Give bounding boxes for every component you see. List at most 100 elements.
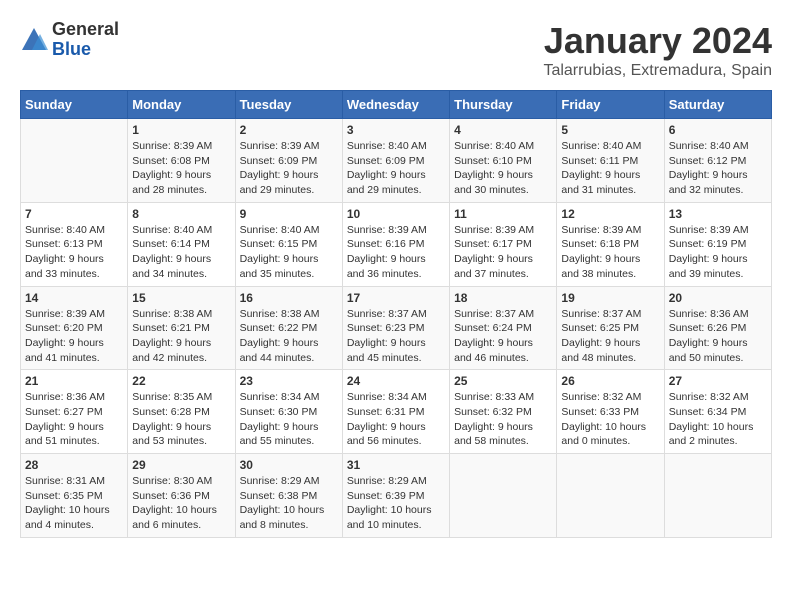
calendar-cell: 10 Sunrise: 8:39 AM Sunset: 6:16 PM Dayli… — [342, 202, 449, 286]
day-info: Sunrise: 8:40 AM Sunset: 6:09 PM Dayligh… — [347, 139, 445, 198]
day-number: 1 — [132, 123, 230, 137]
calendar-title: January 2024 — [543, 20, 772, 62]
column-header-tuesday: Tuesday — [235, 91, 342, 119]
day-number: 22 — [132, 374, 230, 388]
column-header-monday: Monday — [128, 91, 235, 119]
column-header-thursday: Thursday — [450, 91, 557, 119]
page-header: General Blue January 2024 Talarrubias, E… — [20, 20, 772, 80]
day-info: Sunrise: 8:40 AM Sunset: 6:10 PM Dayligh… — [454, 139, 552, 198]
calendar-cell: 19 Sunrise: 8:37 AM Sunset: 6:25 PM Dayli… — [557, 286, 664, 370]
day-number: 15 — [132, 291, 230, 305]
day-info: Sunrise: 8:35 AM Sunset: 6:28 PM Dayligh… — [132, 390, 230, 449]
calendar-cell — [664, 454, 771, 538]
day-number: 2 — [240, 123, 338, 137]
column-header-wednesday: Wednesday — [342, 91, 449, 119]
day-number: 18 — [454, 291, 552, 305]
day-number: 19 — [561, 291, 659, 305]
column-header-friday: Friday — [557, 91, 664, 119]
calendar-cell: 20 Sunrise: 8:36 AM Sunset: 6:26 PM Dayli… — [664, 286, 771, 370]
calendar-cell: 30 Sunrise: 8:29 AM Sunset: 6:38 PM Dayli… — [235, 454, 342, 538]
day-info: Sunrise: 8:29 AM Sunset: 6:38 PM Dayligh… — [240, 474, 338, 533]
day-number: 5 — [561, 123, 659, 137]
day-number: 10 — [347, 207, 445, 221]
day-info: Sunrise: 8:40 AM Sunset: 6:11 PM Dayligh… — [561, 139, 659, 198]
calendar-cell: 27Sunrise: 8:32 AM Sunset: 6:34 PM Dayli… — [664, 370, 771, 454]
day-number: 14 — [25, 291, 123, 305]
day-number: 11 — [454, 207, 552, 221]
day-info: Sunrise: 8:36 AM Sunset: 6:26 PM Dayligh… — [669, 307, 767, 366]
calendar-cell — [450, 454, 557, 538]
day-info: Sunrise: 8:37 AM Sunset: 6:25 PM Dayligh… — [561, 307, 659, 366]
day-number: 24 — [347, 374, 445, 388]
day-info: Sunrise: 8:36 AM Sunset: 6:27 PM Dayligh… — [25, 390, 123, 449]
calendar-week-row: 1 Sunrise: 8:39 AM Sunset: 6:08 PM Daylig… — [21, 119, 772, 203]
calendar-cell: 31Sunrise: 8:29 AM Sunset: 6:39 PM Dayli… — [342, 454, 449, 538]
calendar-cell: 26Sunrise: 8:32 AM Sunset: 6:33 PM Dayli… — [557, 370, 664, 454]
day-info: Sunrise: 8:30 AM Sunset: 6:36 PM Dayligh… — [132, 474, 230, 533]
calendar-cell: 2 Sunrise: 8:39 AM Sunset: 6:09 PM Daylig… — [235, 119, 342, 203]
day-info: Sunrise: 8:38 AM Sunset: 6:21 PM Dayligh… — [132, 307, 230, 366]
column-header-saturday: Saturday — [664, 91, 771, 119]
calendar-cell: 22 Sunrise: 8:35 AM Sunset: 6:28 PM Dayli… — [128, 370, 235, 454]
day-number: 17 — [347, 291, 445, 305]
day-number: 25 — [454, 374, 552, 388]
calendar-cell: 13Sunrise: 8:39 AM Sunset: 6:19 PM Dayli… — [664, 202, 771, 286]
day-info: Sunrise: 8:33 AM Sunset: 6:32 PM Dayligh… — [454, 390, 552, 449]
day-info: Sunrise: 8:37 AM Sunset: 6:24 PM Dayligh… — [454, 307, 552, 366]
day-number: 12 — [561, 207, 659, 221]
calendar-cell: 12 Sunrise: 8:39 AM Sunset: 6:18 PM Dayli… — [557, 202, 664, 286]
day-number: 16 — [240, 291, 338, 305]
calendar-cell — [21, 119, 128, 203]
day-number: 9 — [240, 207, 338, 221]
calendar-cell: 11 Sunrise: 8:39 AM Sunset: 6:17 PM Dayli… — [450, 202, 557, 286]
day-info: Sunrise: 8:39 AM Sunset: 6:19 PM Dayligh… — [669, 223, 767, 282]
day-info: Sunrise: 8:37 AM Sunset: 6:23 PM Dayligh… — [347, 307, 445, 366]
calendar-week-row: 7 Sunrise: 8:40 AM Sunset: 6:13 PM Daylig… — [21, 202, 772, 286]
column-header-sunday: Sunday — [21, 91, 128, 119]
day-number: 6 — [669, 123, 767, 137]
day-info: Sunrise: 8:40 AM Sunset: 6:13 PM Dayligh… — [25, 223, 123, 282]
day-info: Sunrise: 8:39 AM Sunset: 6:16 PM Dayligh… — [347, 223, 445, 282]
day-number: 20 — [669, 291, 767, 305]
day-number: 30 — [240, 458, 338, 472]
day-info: Sunrise: 8:40 AM Sunset: 6:12 PM Dayligh… — [669, 139, 767, 198]
day-number: 29 — [132, 458, 230, 472]
day-number: 4 — [454, 123, 552, 137]
calendar-cell: 8Sunrise: 8:40 AM Sunset: 6:14 PM Daylig… — [128, 202, 235, 286]
calendar-cell — [557, 454, 664, 538]
day-info: Sunrise: 8:34 AM Sunset: 6:30 PM Dayligh… — [240, 390, 338, 449]
calendar-cell: 4 Sunrise: 8:40 AM Sunset: 6:10 PM Daylig… — [450, 119, 557, 203]
day-number: 7 — [25, 207, 123, 221]
calendar-cell: 15 Sunrise: 8:38 AM Sunset: 6:21 PM Dayli… — [128, 286, 235, 370]
day-number: 27 — [669, 374, 767, 388]
day-info: Sunrise: 8:39 AM Sunset: 6:17 PM Dayligh… — [454, 223, 552, 282]
day-info: Sunrise: 8:34 AM Sunset: 6:31 PM Dayligh… — [347, 390, 445, 449]
day-info: Sunrise: 8:40 AM Sunset: 6:15 PM Dayligh… — [240, 223, 338, 282]
calendar-cell: 9 Sunrise: 8:40 AM Sunset: 6:15 PM Daylig… — [235, 202, 342, 286]
calendar-week-row: 28Sunrise: 8:31 AM Sunset: 6:35 PM Dayli… — [21, 454, 772, 538]
calendar-table: SundayMondayTuesdayWednesdayThursdayFrid… — [20, 90, 772, 538]
calendar-cell: 28Sunrise: 8:31 AM Sunset: 6:35 PM Dayli… — [21, 454, 128, 538]
day-info: Sunrise: 8:39 AM Sunset: 6:18 PM Dayligh… — [561, 223, 659, 282]
logo-blue-text: Blue — [52, 40, 119, 60]
calendar-cell: 14 Sunrise: 8:39 AM Sunset: 6:20 PM Dayli… — [21, 286, 128, 370]
day-info: Sunrise: 8:39 AM Sunset: 6:08 PM Dayligh… — [132, 139, 230, 198]
logo: General Blue — [20, 20, 119, 60]
calendar-header-row: SundayMondayTuesdayWednesdayThursdayFrid… — [21, 91, 772, 119]
calendar-cell: 1 Sunrise: 8:39 AM Sunset: 6:08 PM Daylig… — [128, 119, 235, 203]
day-info: Sunrise: 8:39 AM Sunset: 6:09 PM Dayligh… — [240, 139, 338, 198]
calendar-cell: 5 Sunrise: 8:40 AM Sunset: 6:11 PM Daylig… — [557, 119, 664, 203]
day-number: 31 — [347, 458, 445, 472]
day-number: 23 — [240, 374, 338, 388]
calendar-cell: 3Sunrise: 8:40 AM Sunset: 6:09 PM Daylig… — [342, 119, 449, 203]
day-info: Sunrise: 8:32 AM Sunset: 6:33 PM Dayligh… — [561, 390, 659, 449]
day-info: Sunrise: 8:39 AM Sunset: 6:20 PM Dayligh… — [25, 307, 123, 366]
calendar-week-row: 21 Sunrise: 8:36 AM Sunset: 6:27 PM Dayli… — [21, 370, 772, 454]
calendar-cell: 7 Sunrise: 8:40 AM Sunset: 6:13 PM Daylig… — [21, 202, 128, 286]
day-number: 8 — [132, 207, 230, 221]
logo-icon — [20, 26, 48, 54]
calendar-subtitle: Talarrubias, Extremadura, Spain — [543, 62, 772, 80]
calendar-cell: 18 Sunrise: 8:37 AM Sunset: 6:24 PM Dayli… — [450, 286, 557, 370]
day-number: 21 — [25, 374, 123, 388]
calendar-cell: 23 Sunrise: 8:34 AM Sunset: 6:30 PM Dayli… — [235, 370, 342, 454]
